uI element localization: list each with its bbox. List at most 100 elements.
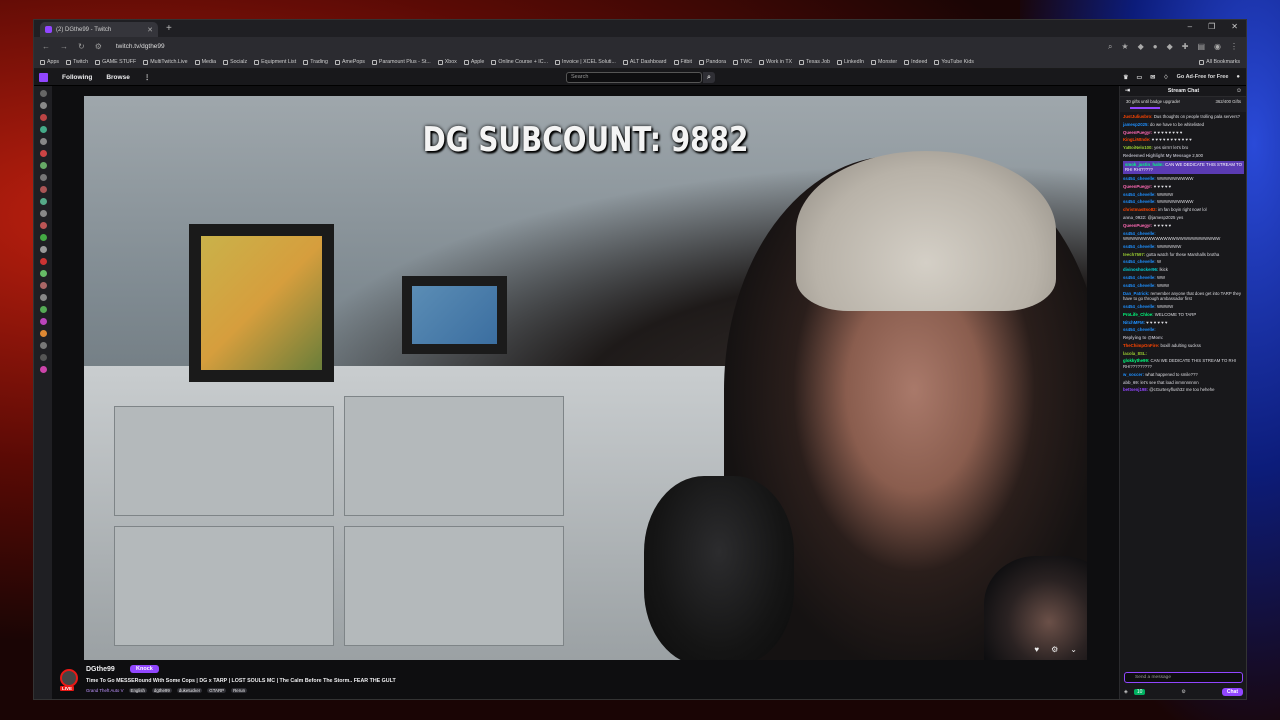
chat-username[interactable]: ss454_chevelle: xyxy=(1123,283,1156,288)
tag-chip[interactable]: duketucker xyxy=(176,688,203,693)
chat-username[interactable]: ss454_chevelle: xyxy=(1123,231,1156,236)
sidepanel-icon[interactable]: ▤ xyxy=(1197,42,1205,52)
reload-icon[interactable]: ↻ xyxy=(78,42,85,51)
bookmark[interactable]: Apple xyxy=(463,59,484,65)
chat-username[interactable]: Replying to @Mom: xyxy=(1123,335,1163,340)
browser-tab[interactable]: (2) DGthe99 - Twitch ✕ xyxy=(40,22,158,37)
chat-username[interactable]: YaBoiNelo100: xyxy=(1123,145,1153,150)
extension-icon[interactable]: ● xyxy=(1153,42,1158,52)
bookmark[interactable]: Indeed xyxy=(904,59,927,65)
whispers-icon[interactable]: ✉ xyxy=(1150,74,1155,81)
bookmark[interactable]: Invoice | XCEL Soluti... xyxy=(555,59,616,65)
chat-username[interactable]: anna_0922: xyxy=(1123,215,1146,220)
notifications-icon[interactable]: ♢ xyxy=(1163,74,1168,81)
channel-avatar[interactable] xyxy=(39,270,47,277)
channel-avatar[interactable] xyxy=(39,330,47,337)
chat-username[interactable]: bettsenj198: xyxy=(1123,387,1148,392)
tag-chip[interactable]: English xyxy=(128,688,147,693)
chat-username[interactable]: ss454_chevelle: xyxy=(1123,192,1156,197)
chat-username[interactable]: ss454_chevelle: xyxy=(1123,176,1156,181)
chat-username[interactable]: divinoshocker96: xyxy=(1123,267,1158,272)
chat-username[interactable]: QueenPuegyr: xyxy=(1123,130,1152,135)
bookmark[interactable]: Fitbit xyxy=(673,59,692,65)
chat-username[interactable]: smok_justin_halm: xyxy=(1125,162,1164,167)
puzzle-icon[interactable]: ✚ xyxy=(1182,42,1189,52)
channel-avatar[interactable] xyxy=(39,102,47,109)
chat-username[interactable]: JustJuliusbro: xyxy=(1123,114,1153,119)
chat-settings-icon[interactable]: ⚙ xyxy=(1181,689,1185,695)
chat-input[interactable]: Send a message xyxy=(1124,672,1243,683)
tag-chip[interactable]: dgthe99 xyxy=(151,688,172,693)
search-icon[interactable]: ⌕ xyxy=(703,72,715,83)
bookmark[interactable]: Monster xyxy=(871,59,897,65)
channel-avatar[interactable] xyxy=(39,210,47,217)
channel-avatar[interactable] xyxy=(39,366,47,373)
channel-points-count[interactable]: 10 xyxy=(1133,688,1146,695)
search-input[interactable]: Search xyxy=(566,72,702,83)
bookmark[interactable]: GAME STUFF xyxy=(95,59,136,65)
bookmark[interactable]: Apps xyxy=(40,59,59,65)
channel-points-icon[interactable]: ◈ xyxy=(1124,689,1128,695)
chat-username[interactable]: TheChimpOnFire: xyxy=(1123,343,1159,348)
chat-username[interactable]: ss454_chevelle: xyxy=(1123,275,1156,280)
extension-icon[interactable]: ◆ xyxy=(1138,42,1144,52)
bookmark[interactable]: Twitch xyxy=(66,59,88,65)
channel-avatar[interactable] xyxy=(39,234,47,241)
bookmark[interactable]: LinkedIn xyxy=(836,59,864,65)
extension-icon[interactable]: ◆ xyxy=(1167,42,1173,52)
prime-icon[interactable]: ♛ xyxy=(1123,74,1128,81)
channel-avatar[interactable] xyxy=(39,354,47,361)
bookmark[interactable]: Socialz xyxy=(223,59,247,65)
settings-gear-icon[interactable]: ⚙ xyxy=(1051,645,1058,654)
channel-avatar[interactable] xyxy=(39,306,47,313)
bookmark[interactable]: Pandora xyxy=(699,59,726,65)
channel-avatar[interactable] xyxy=(39,222,47,229)
channel-avatar[interactable] xyxy=(39,150,47,157)
bookmark[interactable]: Trading xyxy=(303,59,328,65)
chat-username[interactable]: Redeemed Highlight My Message xyxy=(1123,153,1191,158)
channel-avatar[interactable] xyxy=(60,669,78,687)
channel-avatar[interactable] xyxy=(39,126,47,133)
channel-avatar[interactable] xyxy=(39,162,47,169)
channel-avatar[interactable] xyxy=(39,174,47,181)
channel-name[interactable]: DGthe99 xyxy=(86,666,115,673)
browse-link[interactable]: Browse xyxy=(106,74,129,81)
tag-chip[interactable]: GTARP xyxy=(207,688,227,693)
channel-avatar[interactable] xyxy=(39,246,47,253)
chat-username[interactable]: teech7597: xyxy=(1123,252,1145,257)
window-close-icon[interactable]: ✕ xyxy=(1231,22,1238,31)
menu-icon[interactable]: ⋮ xyxy=(1230,42,1238,52)
chat-username[interactable]: KingLiMtnde: xyxy=(1123,137,1150,142)
chat-username[interactable]: ss454_chevelle: xyxy=(1123,244,1156,249)
chat-username[interactable]: glokkythe99: xyxy=(1123,358,1149,363)
back-icon[interactable]: ← xyxy=(42,42,50,51)
zoom-icon[interactable]: ⌕ xyxy=(1108,42,1112,52)
channel-avatar[interactable] xyxy=(39,186,47,193)
chat-username[interactable]: ss454_chevelle: xyxy=(1123,199,1156,204)
bookmark[interactable]: MultiTwitch.Live xyxy=(143,59,188,65)
channel-avatar[interactable] xyxy=(39,114,47,121)
expand-sidebar-icon[interactable] xyxy=(39,90,47,97)
channel-avatar[interactable] xyxy=(39,342,47,349)
channel-avatar[interactable] xyxy=(39,198,47,205)
knock-button[interactable]: Knock xyxy=(130,665,159,673)
url-field[interactable]: twitch.tv/dgthe99 xyxy=(116,43,165,50)
chat-username[interactable]: ss454_chevelle: xyxy=(1123,259,1156,264)
bookmark[interactable]: AmePops xyxy=(334,59,365,65)
chat-username[interactable]: abb_69: xyxy=(1123,380,1139,385)
heart-icon[interactable]: ♥ xyxy=(1034,645,1039,654)
bookmark[interactable]: Paramount Plus - St... xyxy=(371,59,431,65)
bookmark-star-icon[interactable]: ★ xyxy=(1121,42,1128,52)
chat-username[interactable]: christmas8so82: xyxy=(1123,207,1157,212)
chat-username[interactable]: Dan_Patrick: xyxy=(1123,291,1149,296)
site-info-icon[interactable]: ⚙ xyxy=(95,42,102,51)
chat-username[interactable]: jamesp2025: xyxy=(1123,122,1149,127)
channel-avatar[interactable] xyxy=(39,294,47,301)
more-menu-icon[interactable]: ⋮ xyxy=(144,73,151,81)
community-icon[interactable]: ☺ xyxy=(1236,86,1242,97)
all-bookmarks[interactable]: All Bookmarks xyxy=(1199,59,1240,65)
channel-avatar[interactable] xyxy=(39,282,47,289)
tag-chip[interactable]: Rerun xyxy=(231,688,248,693)
bookmark[interactable]: TWC xyxy=(733,59,752,65)
chat-username[interactable]: w_soccer: xyxy=(1123,372,1144,377)
